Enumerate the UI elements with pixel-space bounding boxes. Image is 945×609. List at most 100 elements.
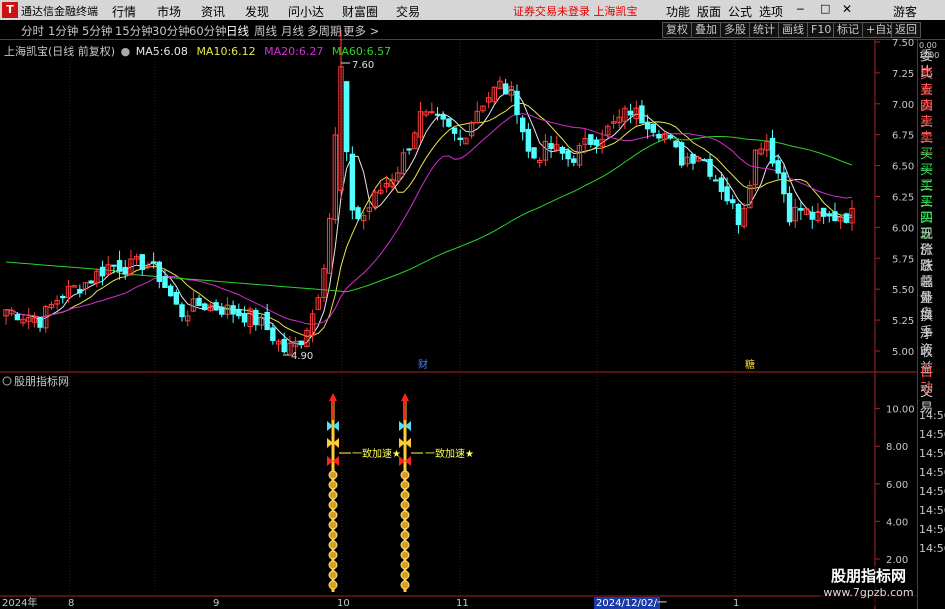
low-price-label: 4.90 [291,351,313,362]
coin-icon [400,480,410,490]
candle-body [548,143,554,149]
watermark: 股朋指标网 www.7gpzb.com [820,566,917,606]
signal-arrow-icon [401,393,409,401]
coin-icon [400,550,410,560]
candle-body [349,153,356,211]
coin-icon [328,510,338,520]
y-axis: 7.50 7.25 7.00 6.75 6.50 6.25 6.00 5.75 5.50 5.25… [875,38,914,358]
candle-body [213,302,219,311]
candles [3,29,855,357]
ind-y-tick-label: 6.00 [886,480,908,491]
candle-body [139,254,145,270]
x-axis: 2024年 8 9 10 11 2024/12/02/一 1 [2,596,739,609]
candle-body [798,208,804,211]
coin-icon [400,470,410,480]
candle-body [673,140,679,148]
high-price-label: 7.60 [352,60,374,71]
candle-body [707,158,713,177]
ma5-line [5,88,853,345]
coin-icon [400,520,410,530]
candle-body [88,280,94,284]
candle-body [735,203,742,226]
candle-body [196,297,202,306]
trade-time: 14:56 [919,428,945,441]
coin-icon [400,580,410,590]
x-tick-label: 11 [456,598,469,609]
x-tick-label: 2024年 [2,596,37,609]
candle-body [650,123,656,133]
trade-time: 14:56 [919,447,945,460]
coin-icon [328,490,338,500]
coin-icon [328,520,338,530]
x-tick-label: 1 [733,598,739,609]
candle-body [678,142,685,166]
candle-body [264,311,270,330]
x-tick-label: 8 [68,598,74,609]
ind-y-tick-label: 4.00 [886,517,908,528]
candle-body [769,137,776,164]
candle-body [406,148,412,151]
coin-icon [400,500,410,510]
coin-icon [400,560,410,570]
candle-body [253,309,259,326]
candle-body [786,192,793,223]
signal-label-2: 一致加速★ [425,447,474,460]
ind-y-tick-label: 2.00 [886,555,908,566]
candle-body [457,137,463,141]
candle-body [718,177,725,192]
candle-body [724,186,730,202]
candle-body [236,309,242,317]
candle-body [565,150,571,160]
candle-body [111,264,117,267]
candle-body [514,90,520,115]
candle-body [656,133,662,139]
ind-y-tick-label: 8.00 [886,442,908,453]
coin-icon [328,480,338,490]
indicator-settings-icon [2,376,12,386]
x-tick-label: 2024/12/02/一 [596,598,667,609]
y-tick-label: 5.50 [892,285,914,296]
coin-icon [328,570,338,580]
candle-body [627,110,634,116]
candle-body [167,285,174,297]
candle-body [775,160,781,174]
candle-body [230,305,236,315]
y-tick-label: 6.25 [892,192,914,203]
candle-body [701,159,708,162]
y-tick-label: 5.00 [892,347,914,358]
finance-marker[interactable]: 财 [418,358,428,371]
candle-body [270,327,276,342]
candle-body [116,260,123,272]
candle-body [519,117,526,133]
coin-icon [328,540,338,550]
coin-icon [400,510,410,520]
quote-panel: 0.00 1000 委比 卖五 卖四 卖三 卖二 卖一 买一 买二 买三 买四 买五 现价 涨跌 涨幅 总量… [917,40,945,609]
trade-time: 14:56 [919,542,945,555]
y-tick-label: 5.75 [892,254,914,265]
candle-body [343,81,350,153]
y-tick-label: 7.25 [892,69,914,80]
coin-icon [400,530,410,540]
event-marker[interactable]: 糖 [745,358,755,371]
candle-body [559,146,566,154]
candle-body [156,261,163,283]
trade-time: 14:56 [919,523,945,536]
coin-icon [400,540,410,550]
y-tick-label: 6.50 [892,162,914,173]
kline-chart[interactable]: 7.50 7.25 7.00 6.75 6.50 6.25 6.00 5.75 5.50 5.25… [0,0,945,609]
candle-body [571,158,577,163]
candle-body [451,127,458,134]
ma20-line [5,113,853,325]
candle-body [77,288,83,294]
trade-time: 14:56 [919,409,945,422]
indicator-title[interactable]: 股朋指标网 [14,374,69,388]
candle-body [593,139,600,146]
trade-time: 14:56 [919,504,945,517]
trade-time: 14:56 [919,485,945,498]
candle-body [639,105,645,124]
ma-lines [5,88,853,345]
candle-body [781,172,787,195]
coin-icon [328,470,338,480]
candle-body [826,213,832,217]
candle-body [150,261,157,264]
